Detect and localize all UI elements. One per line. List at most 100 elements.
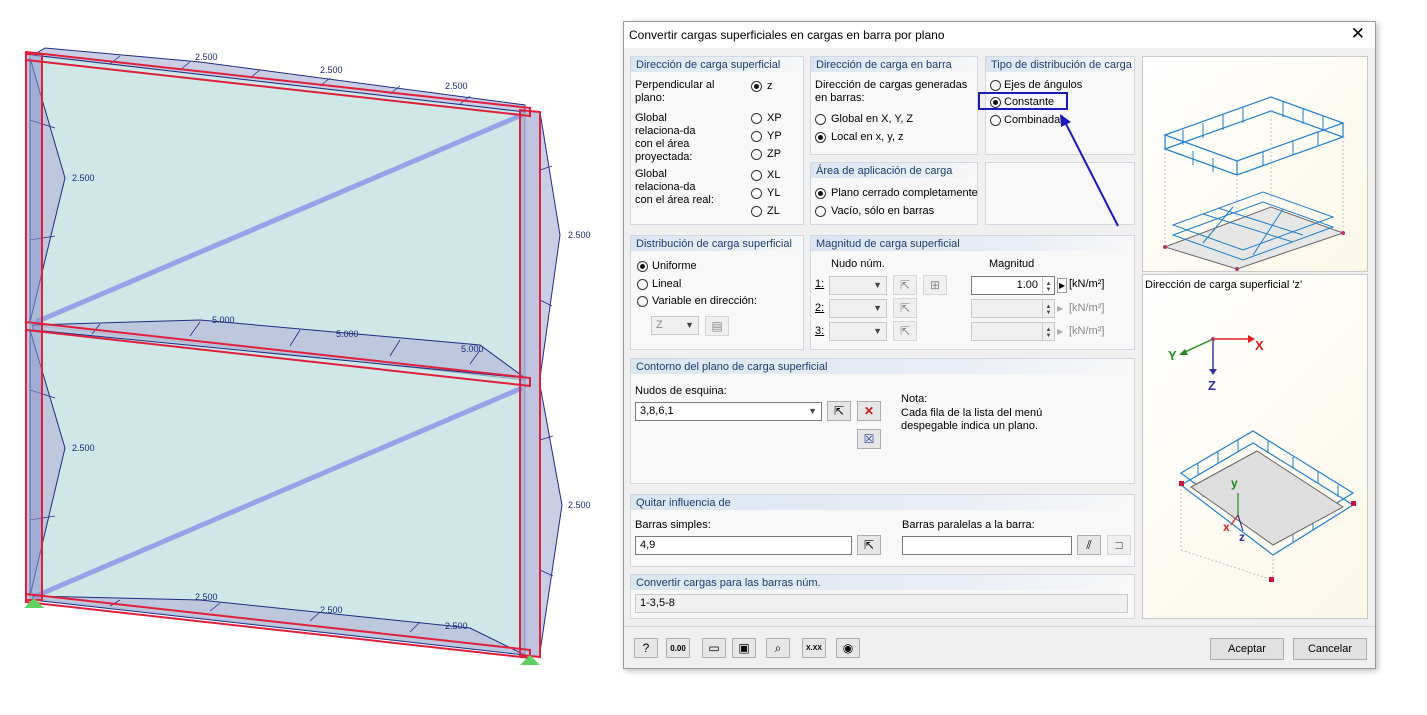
parallel-members-label: Barras paralelas a la barra: (902, 519, 1035, 531)
magnitude2-input[interactable]: ▲ ▼ (971, 299, 1055, 319)
node1-pick-button[interactable]: ⇱ (893, 275, 917, 295)
decimal-icon: 0.00 (670, 643, 686, 653)
radio-uniform[interactable] (637, 261, 648, 272)
svg-text:5.000: 5.000 (336, 329, 359, 339)
pick-simple-members-button[interactable]: ⇱ (857, 535, 881, 555)
close-icon[interactable]: ✕ (1351, 24, 1365, 44)
convert-loads-dialog: Convertir cargas superficiales en cargas… (623, 21, 1376, 669)
magnitude1-input[interactable]: 1.00 ▲ ▼ (971, 276, 1055, 296)
simple-members-value: 4,9 (640, 539, 656, 551)
format-button[interactable]: X.XX (802, 638, 826, 658)
radio-zl-label: ZL (767, 205, 780, 217)
arrow-right-icon[interactable]: ▶ (1057, 325, 1063, 338)
radio-z-label: z (767, 80, 773, 92)
note-title: Nota: (901, 393, 928, 405)
ok-button[interactable]: Aceptar (1210, 638, 1284, 660)
format-icon: X.XX (806, 644, 822, 652)
magnitude-header: Magnitud (989, 258, 1035, 270)
chevron-down-icon: ▼ (873, 280, 882, 290)
direction-dropdown[interactable]: Z ▼ (651, 316, 699, 335)
radio-combined-label: Combinada (1004, 114, 1061, 126)
view-button[interactable]: ◉ (836, 638, 860, 658)
local-z-label: z (1239, 530, 1245, 544)
group-title: Distribución de carga superficial (636, 238, 792, 250)
node1-dropdown[interactable]: ▼ (829, 276, 887, 295)
radio-global-xyz-label: Global en X, Y, Z (831, 113, 914, 125)
convert-members-value: 1-3,5-8 (640, 597, 675, 609)
model-3d-view[interactable]: 2.500 2.500 2.500 2.500 2.500 5.000 5.00… (0, 0, 610, 715)
spin-icon[interactable]: ▲ ▼ (1042, 277, 1054, 296)
node3-pick-button-row[interactable]: ⇱ (893, 321, 917, 341)
arrow-right-icon[interactable]: ▶ (1057, 302, 1063, 315)
delete-plane-button[interactable]: ✕ (857, 401, 881, 421)
node3-dropdown[interactable]: ▼ (829, 322, 887, 341)
radio-yl[interactable] (751, 188, 762, 199)
direction-dropdown-value: Z (656, 319, 663, 331)
group-title: Tipo de distribución de carga (991, 59, 1132, 71)
node3-pick-button[interactable]: ⊞ (923, 275, 947, 295)
spin-icon[interactable]: ▲ ▼ (1042, 323, 1054, 342)
radio-variable[interactable] (637, 296, 648, 307)
radio-local-xyz[interactable] (815, 132, 826, 143)
parallel-options-button[interactable]: ⊐ (1107, 535, 1131, 555)
radio-zp[interactable] (751, 149, 762, 160)
unit-2: [kN/m²] (1069, 302, 1105, 314)
parallel-members-input[interactable] (902, 536, 1072, 555)
footer-separator (624, 626, 1375, 627)
open-button[interactable]: ▭ (702, 638, 726, 658)
node2-dropdown[interactable]: ▼ (829, 299, 887, 318)
delete-list-icon: ☒ (863, 432, 875, 446)
constant-distribution-illustration (1163, 96, 1345, 271)
group-member-load-direction: Dirección de carga en barra Dirección de… (810, 56, 978, 155)
magnitude3-input[interactable]: ▲ ▼ (971, 322, 1055, 342)
pick-corner-nodes-button[interactable]: ⇱ (827, 401, 851, 421)
radio-yp[interactable] (751, 131, 762, 142)
save-button[interactable]: ▣ (732, 638, 756, 658)
dialog-titlebar: Convertir cargas superficiales en cargas… (624, 22, 1375, 48)
help-button[interactable]: ? (634, 638, 658, 658)
radio-xl-label: XL (767, 169, 781, 181)
group-title: Contorno del plano de carga superficial (636, 361, 828, 373)
group-title: Quitar influencia de (636, 497, 731, 509)
node2-pick-button[interactable]: ⇱ (893, 298, 917, 318)
member-dir-description: Dirección de cargas generadas en barras: (815, 79, 968, 104)
decimal-places-button[interactable]: 0.00 (666, 638, 690, 658)
chevron-down-icon: ▼ (873, 326, 882, 336)
radio-linear[interactable] (637, 279, 648, 290)
simple-members-input[interactable]: 4,9 (635, 536, 852, 555)
unit-3: [kN/m²] (1069, 325, 1105, 337)
local-x-label: x (1223, 520, 1230, 534)
svg-text:2.500: 2.500 (568, 500, 591, 510)
svg-text:5.000: 5.000 (461, 344, 484, 354)
radio-global-xyz[interactable] (815, 114, 826, 125)
cancel-button[interactable]: Cancelar (1293, 638, 1367, 660)
spin-icon[interactable]: ▲ ▼ (1042, 300, 1054, 319)
real-label: Global relaciona-da con el área real: (635, 168, 714, 206)
delete-all-button[interactable]: ☒ (857, 429, 881, 449)
group-load-magnitude: Magnitud de carga superficial Nudo núm. … (810, 235, 1135, 350)
edit-variation-button[interactable]: ▤ (705, 316, 729, 336)
pick-pointer-icon: ⇱ (899, 278, 911, 292)
check-button[interactable]: ⌕ (766, 638, 790, 658)
arrow-right-icon[interactable]: ▶ (1057, 278, 1068, 293)
pick-parallel-button[interactable]: ⫽ (1077, 535, 1101, 555)
radio-xp[interactable] (751, 113, 762, 124)
radio-combined[interactable] (990, 115, 1001, 126)
corner-nodes-dropdown[interactable]: 3,8,6,1 ▼ (635, 402, 822, 421)
radio-constant[interactable] (990, 97, 1001, 108)
group-contour: Contorno del plano de carga superficial … (630, 358, 1135, 484)
dialog-title: Convertir cargas superficiales en cargas… (629, 28, 945, 42)
pick-parallel-icon: ⫽ (1086, 537, 1092, 552)
radio-zl[interactable] (751, 206, 762, 217)
radio-empty-members[interactable] (815, 206, 826, 217)
eye-icon: ◉ (842, 641, 854, 655)
radio-closed-plane[interactable] (815, 188, 826, 199)
pointer-arrow (1060, 114, 1119, 227)
corner-nodes-label: Nudos de esquina: (635, 385, 727, 397)
radio-z[interactable] (751, 81, 762, 92)
cancel-button-label: Cancelar (1307, 643, 1353, 655)
help-icon: ? (642, 641, 650, 655)
chevron-down-icon: ▼ (808, 406, 817, 416)
radio-xl[interactable] (751, 170, 762, 181)
radio-angle-axes[interactable] (990, 80, 1001, 91)
